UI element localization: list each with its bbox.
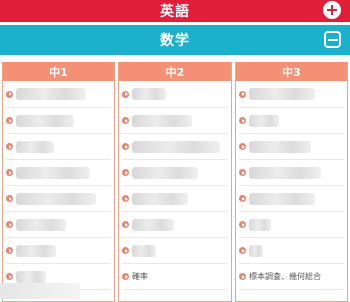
blurred-text <box>16 140 54 153</box>
grade-column-3: 中3 標本調査、幾何総合 <box>235 62 348 302</box>
arrow-bullet-icon <box>122 195 129 202</box>
list-item[interactable] <box>122 108 228 134</box>
list-item[interactable] <box>6 134 111 160</box>
blurred-text <box>16 192 96 205</box>
section-header-math[interactable]: 数学 <box>0 25 350 55</box>
blurred-text <box>249 140 311 153</box>
arrow-bullet-icon <box>239 90 246 98</box>
grade-header-3: 中3 <box>236 62 347 81</box>
list-item[interactable] <box>122 160 228 186</box>
arrow-bullet-icon <box>239 143 246 150</box>
list-item[interactable] <box>122 81 228 108</box>
list-item-label: 標本調査、幾何総合 <box>249 272 321 281</box>
list-item[interactable]: 確率 <box>122 264 228 290</box>
list-item[interactable] <box>239 212 344 238</box>
list-item[interactable]: 標本調査、幾何総合 <box>239 264 344 290</box>
list-item[interactable] <box>239 134 344 160</box>
section-title-math: 数学 <box>160 33 190 49</box>
arrow-bullet-icon <box>6 169 13 176</box>
blurred-text <box>249 88 315 100</box>
list-item[interactable] <box>239 238 344 264</box>
blurred-text <box>249 192 315 205</box>
blurred-text <box>132 192 188 205</box>
grade-header-2: 中2 <box>119 62 231 81</box>
arrow-bullet-icon <box>239 195 246 202</box>
arrow-bullet-icon <box>239 273 246 280</box>
arrow-bullet-icon <box>122 273 129 280</box>
blurred-text <box>132 166 198 179</box>
list-item[interactable] <box>122 238 228 264</box>
blurred-text <box>249 166 321 179</box>
grade-header-1: 中1 <box>3 62 114 81</box>
arrow-bullet-icon <box>122 169 129 176</box>
blurred-text <box>16 166 90 179</box>
list-item[interactable] <box>6 212 111 238</box>
bottom-blur-overlay <box>0 283 80 299</box>
blurred-text <box>16 114 74 127</box>
arrow-bullet-icon <box>239 221 246 228</box>
arrow-bullet-icon <box>122 90 129 98</box>
blurred-text <box>249 218 271 231</box>
arrow-bullet-icon <box>239 117 246 124</box>
list-item[interactable] <box>239 186 344 212</box>
blurred-text <box>132 244 156 257</box>
section-header-english[interactable]: 英語 <box>0 0 350 22</box>
blurred-text <box>16 218 66 231</box>
arrow-bullet-icon <box>6 90 13 98</box>
arrow-bullet-icon <box>122 247 129 254</box>
arrow-bullet-icon <box>122 221 129 228</box>
plus-icon-vertical <box>331 5 333 15</box>
list-item[interactable] <box>239 108 344 134</box>
section-title-english: 英語 <box>160 4 190 20</box>
blurred-text <box>16 88 86 100</box>
list-item-label: 確率 <box>132 272 148 281</box>
arrow-bullet-icon <box>6 273 13 280</box>
blurred-text <box>132 114 192 127</box>
blurred-text <box>132 140 220 153</box>
list-item[interactable] <box>6 238 111 264</box>
arrow-bullet-icon <box>6 247 13 254</box>
arrow-bullet-icon <box>122 117 129 124</box>
list-item[interactable] <box>6 108 111 134</box>
arrow-bullet-icon <box>239 169 246 176</box>
grade-column-1: 中1 <box>2 62 115 302</box>
list-item[interactable] <box>6 81 111 108</box>
blurred-text <box>16 244 56 257</box>
list-item[interactable] <box>122 134 228 160</box>
expand-plus-icon[interactable] <box>323 1 341 19</box>
blurred-text <box>249 244 263 257</box>
arrow-bullet-icon <box>239 247 246 254</box>
blurred-text <box>132 218 174 231</box>
arrow-bullet-icon <box>122 143 129 150</box>
list-item[interactable] <box>122 212 228 238</box>
list-item[interactable] <box>6 186 111 212</box>
collapse-minus-icon[interactable] <box>324 31 341 48</box>
arrow-bullet-icon <box>6 143 13 150</box>
arrow-bullet-icon <box>6 117 13 124</box>
list-item[interactable] <box>239 81 344 108</box>
blurred-text <box>249 114 279 127</box>
list-item[interactable] <box>6 160 111 186</box>
list-item[interactable] <box>239 160 344 186</box>
arrow-bullet-icon <box>6 221 13 228</box>
blurred-text <box>132 88 166 100</box>
list-item[interactable] <box>122 186 228 212</box>
arrow-bullet-icon <box>6 195 13 202</box>
minus-icon-bar <box>327 38 338 41</box>
blurred-text <box>16 270 46 283</box>
grade-column-2: 中2 確率 <box>118 62 232 302</box>
